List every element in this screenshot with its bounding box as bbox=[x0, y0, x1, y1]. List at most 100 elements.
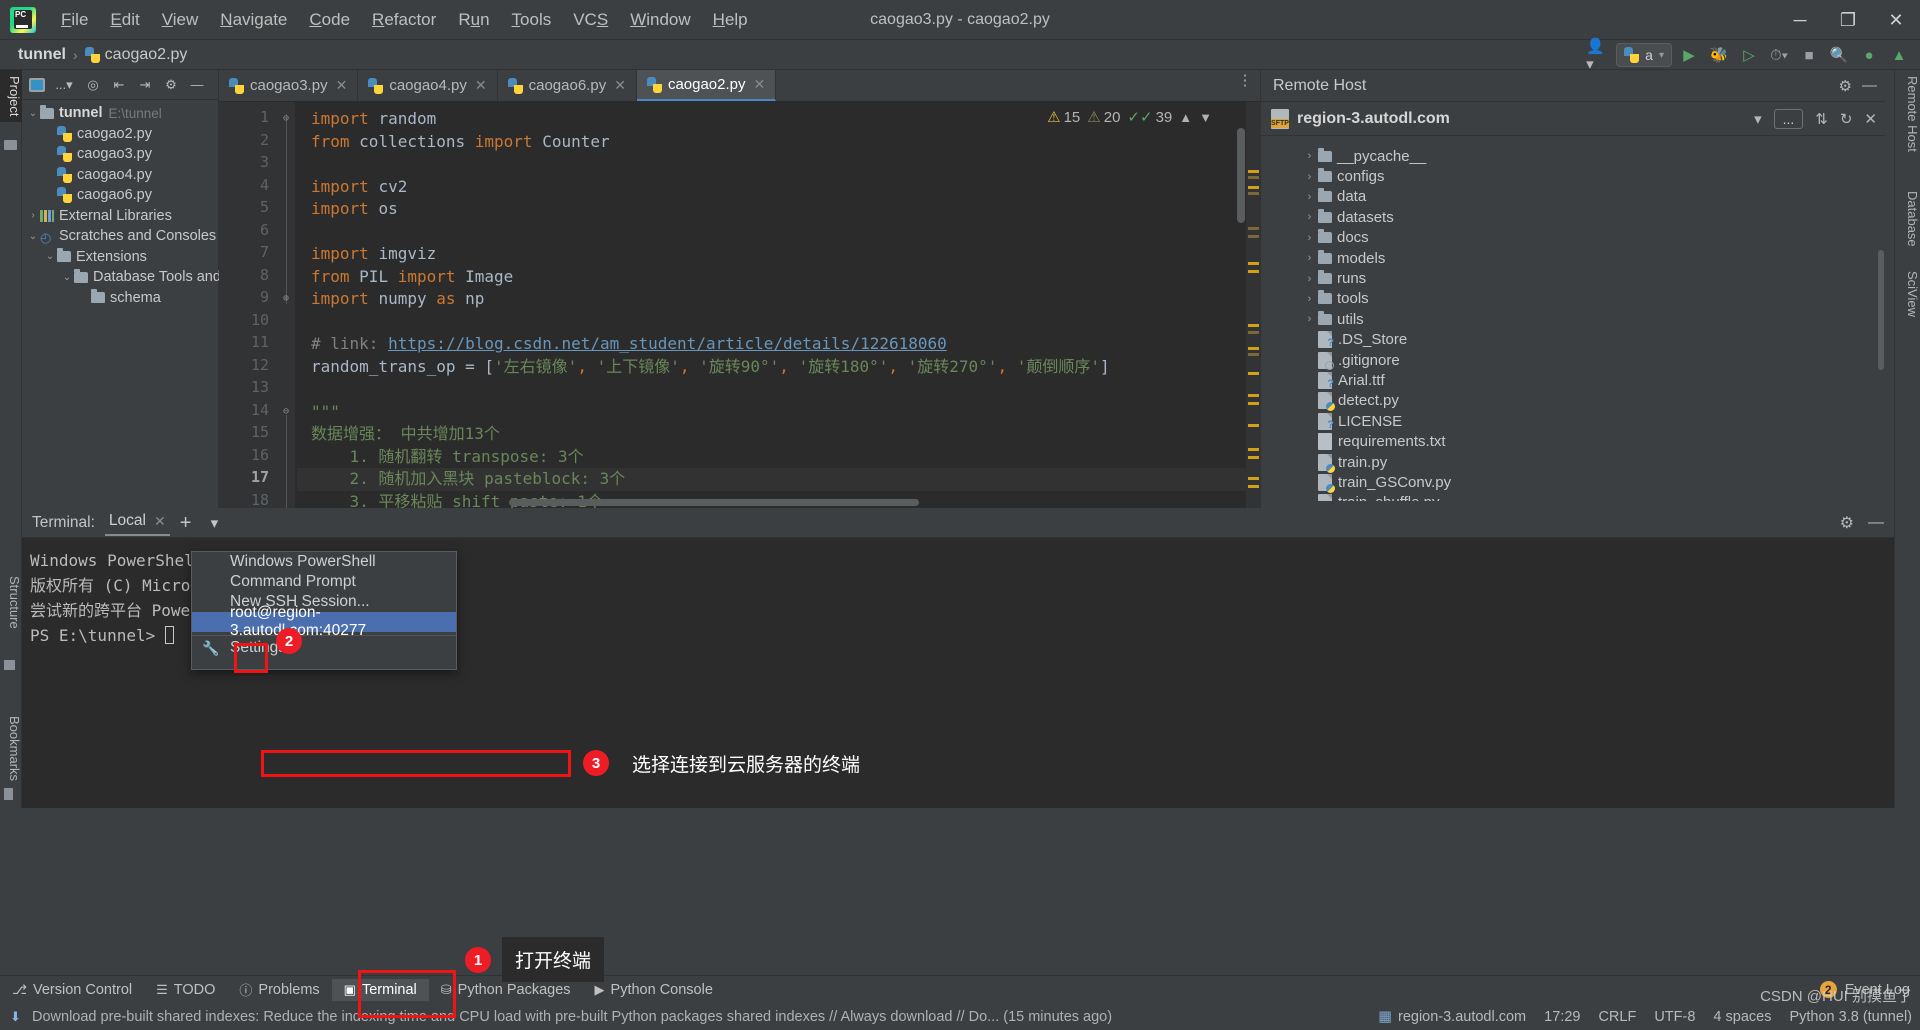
status-remote-host[interactable]: ▦ region-3.autodl.com bbox=[1378, 1009, 1526, 1025]
menu-item-view[interactable]: View bbox=[151, 6, 210, 34]
bottom-bar-item-version-control[interactable]: ⎇ Version Control bbox=[0, 979, 144, 1001]
remote-file-row[interactable]: › tools bbox=[1261, 289, 1885, 309]
remote-file-row[interactable]: ? Arial.ttf bbox=[1261, 370, 1885, 390]
inspection-warnings[interactable]: ⚠ 15 bbox=[1047, 108, 1080, 127]
tree-toggle-icon[interactable]: › bbox=[1301, 232, 1318, 244]
menu-item-navigate[interactable]: Navigate bbox=[209, 6, 298, 34]
project-tree-item[interactable]: schema bbox=[22, 288, 218, 309]
search-icon[interactable]: 🔍 bbox=[1826, 43, 1852, 67]
sidebar-item-bookmarks[interactable]: Bookmarks bbox=[0, 710, 22, 787]
dropdown-menu-item[interactable]: root@region-3.autodl.com:40277 bbox=[192, 604, 456, 639]
close-icon[interactable]: ✕ bbox=[614, 77, 626, 94]
menu-item-run[interactable]: Run bbox=[447, 6, 500, 34]
editor-tab[interactable]: caogao6.py ✕ bbox=[498, 70, 637, 101]
chevron-down-icon[interactable]: ▾ bbox=[1754, 110, 1762, 128]
close-icon[interactable]: ✕ bbox=[154, 513, 166, 530]
code-link[interactable]: https://blog.csdn.net/am_student/article… bbox=[388, 334, 947, 353]
status-message[interactable]: Download pre-built shared indexes: Reduc… bbox=[32, 1009, 1112, 1025]
bottom-bar-item-problems[interactable]: ⓘ Problems bbox=[227, 977, 331, 1002]
stop-icon[interactable]: ■ bbox=[1796, 43, 1822, 67]
status-encoding[interactable]: UTF-8 bbox=[1654, 1009, 1695, 1025]
editor-vertical-scrollbar[interactable] bbox=[1237, 128, 1245, 223]
menu-item-vcs[interactable]: VCS bbox=[562, 6, 619, 34]
settings-gear-icon[interactable]: ⚙ bbox=[1840, 513, 1854, 533]
dropdown-menu-item[interactable]: 🔧 Settings bbox=[192, 638, 456, 658]
remote-file-row[interactable]: .gitignore bbox=[1261, 350, 1885, 370]
remote-file-row[interactable]: train_shuffle.py bbox=[1261, 493, 1885, 501]
project-tree-item[interactable]: caogao3.py bbox=[22, 144, 218, 165]
collapse-all-icon[interactable]: ⇥ bbox=[135, 75, 155, 95]
hide-panel-icon[interactable]: — bbox=[1862, 77, 1877, 94]
minimize-button[interactable]: ─ bbox=[1776, 0, 1824, 40]
terminal-dropdown-chevron-down-icon[interactable]: ▾ bbox=[201, 511, 227, 535]
remote-file-row[interactable]: › configs bbox=[1261, 166, 1885, 186]
dropdown-menu-item[interactable]: Command Prompt bbox=[192, 572, 456, 592]
remote-file-row[interactable]: train.py bbox=[1261, 452, 1885, 473]
expand-all-icon[interactable]: ⇤ bbox=[109, 75, 129, 95]
fold-toggle-icon[interactable]: ⊕ bbox=[283, 294, 293, 304]
close-icon[interactable]: ✕ bbox=[1864, 110, 1877, 128]
status-indent[interactable]: 4 spaces bbox=[1713, 1009, 1771, 1025]
chevron-up-icon[interactable]: ▲ bbox=[1179, 110, 1192, 125]
settings-gear-icon[interactable]: ⚙ bbox=[161, 75, 181, 95]
remote-file-row[interactable]: › models bbox=[1261, 248, 1885, 268]
remote-vertical-scrollbar[interactable] bbox=[1878, 250, 1884, 370]
structure-icon[interactable] bbox=[4, 660, 18, 674]
fold-column[interactable] bbox=[279, 102, 295, 508]
updates-icon[interactable]: ▲ bbox=[1886, 43, 1912, 67]
maximize-button[interactable]: ❐ bbox=[1824, 0, 1872, 40]
remote-file-row-partial[interactable] bbox=[1261, 138, 1885, 146]
menu-item-tools[interactable]: Tools bbox=[501, 6, 563, 34]
remote-file-row[interactable]: › utils bbox=[1261, 309, 1885, 329]
sidebar-item-sciview[interactable]: SciView bbox=[1894, 265, 1920, 323]
code-text[interactable]: import random ⊖ from collections import Co… bbox=[283, 102, 1260, 508]
project-tree-item[interactable]: caogao2.py bbox=[22, 124, 218, 145]
tree-toggle-icon[interactable]: › bbox=[1301, 211, 1318, 223]
plus-icon[interactable]: + bbox=[180, 513, 192, 533]
tree-toggle-icon[interactable]: › bbox=[1301, 150, 1318, 162]
remote-server-row[interactable]: SFTP region-3.autodl.com ▾ ... ⇅ ↻ ✕ bbox=[1261, 102, 1885, 136]
tree-toggle-icon[interactable]: › bbox=[1301, 273, 1318, 285]
fold-toggle-icon[interactable]: ⊖ bbox=[283, 114, 293, 124]
inspection-weak-warnings[interactable]: ⚠ 20 bbox=[1087, 108, 1120, 127]
hide-panel-icon[interactable]: — bbox=[187, 75, 207, 95]
close-icon[interactable]: ✕ bbox=[336, 77, 348, 94]
menu-item-edit[interactable]: Edit bbox=[99, 6, 150, 34]
profile-icon[interactable]: ⏱▾ bbox=[1766, 43, 1792, 67]
bookmark-icon[interactable] bbox=[4, 788, 18, 802]
project-scope-icon[interactable] bbox=[29, 77, 45, 92]
project-scope-label[interactable]: ...▾ bbox=[51, 75, 77, 95]
remote-file-row[interactable]: › docs bbox=[1261, 228, 1885, 248]
run-configuration-selector[interactable]: a ▾ bbox=[1616, 43, 1672, 67]
refresh-icon[interactable]: ↻ bbox=[1840, 110, 1853, 128]
inspection-ok[interactable]: ✓✓ 39 bbox=[1127, 108, 1172, 127]
tree-toggle-icon[interactable]: › bbox=[1301, 293, 1318, 305]
tree-toggle-icon[interactable]: ⌄ bbox=[26, 231, 40, 242]
breadcrumb-file[interactable]: caogao2.py bbox=[84, 46, 187, 64]
project-tree-item[interactable]: ⌄ Extensions bbox=[22, 247, 218, 268]
tree-toggle-icon[interactable]: › bbox=[1301, 191, 1318, 203]
sidebar-item-remote-host[interactable]: Remote Host bbox=[1894, 70, 1920, 158]
settings-gear-icon[interactable]: ⚙ bbox=[1839, 77, 1852, 95]
code-area[interactable]: 1 2 3 4 5 6 7 8 9 10 11 12 13 14 15 16 17 18 import rando… bbox=[219, 102, 1260, 508]
hide-panel-icon[interactable]: — bbox=[1868, 514, 1884, 532]
tree-toggle-icon[interactable]: ⌄ bbox=[60, 272, 74, 283]
more-options-icon[interactable]: ⋮ bbox=[1236, 73, 1254, 88]
more-button[interactable]: ... bbox=[1773, 108, 1804, 129]
close-button[interactable]: ✕ bbox=[1872, 0, 1920, 40]
sidebar-item-project[interactable]: Project bbox=[0, 70, 22, 123]
user-settings-icon[interactable]: 👤▾ bbox=[1586, 38, 1612, 73]
project-tree-item[interactable]: ⌄ Database Tools and bbox=[22, 267, 221, 288]
menu-item-window[interactable]: Window bbox=[619, 6, 701, 34]
close-icon[interactable]: ✕ bbox=[754, 76, 766, 93]
menu-item-code[interactable]: Code bbox=[298, 6, 361, 34]
project-tree-item[interactable]: ⌄ ◴ Scratches and Consoles bbox=[22, 226, 218, 247]
sidebar-item-database[interactable]: Database bbox=[1894, 185, 1920, 253]
download-icon[interactable]: ⬇ bbox=[10, 1009, 25, 1024]
tree-toggle-icon[interactable]: ⌄ bbox=[26, 108, 40, 119]
bottom-bar-item-todo[interactable]: ☰ TODO bbox=[144, 979, 227, 1001]
tree-toggle-icon[interactable]: › bbox=[1301, 252, 1318, 264]
tree-toggle-icon[interactable]: › bbox=[1301, 171, 1318, 183]
inspection-widget[interactable]: ⚠ 15 ⚠ 20 ✓✓ 39 ▲ ▼ bbox=[1047, 108, 1212, 127]
status-interpreter[interactable]: Python 3.8 (tunnel) bbox=[1789, 1009, 1912, 1025]
